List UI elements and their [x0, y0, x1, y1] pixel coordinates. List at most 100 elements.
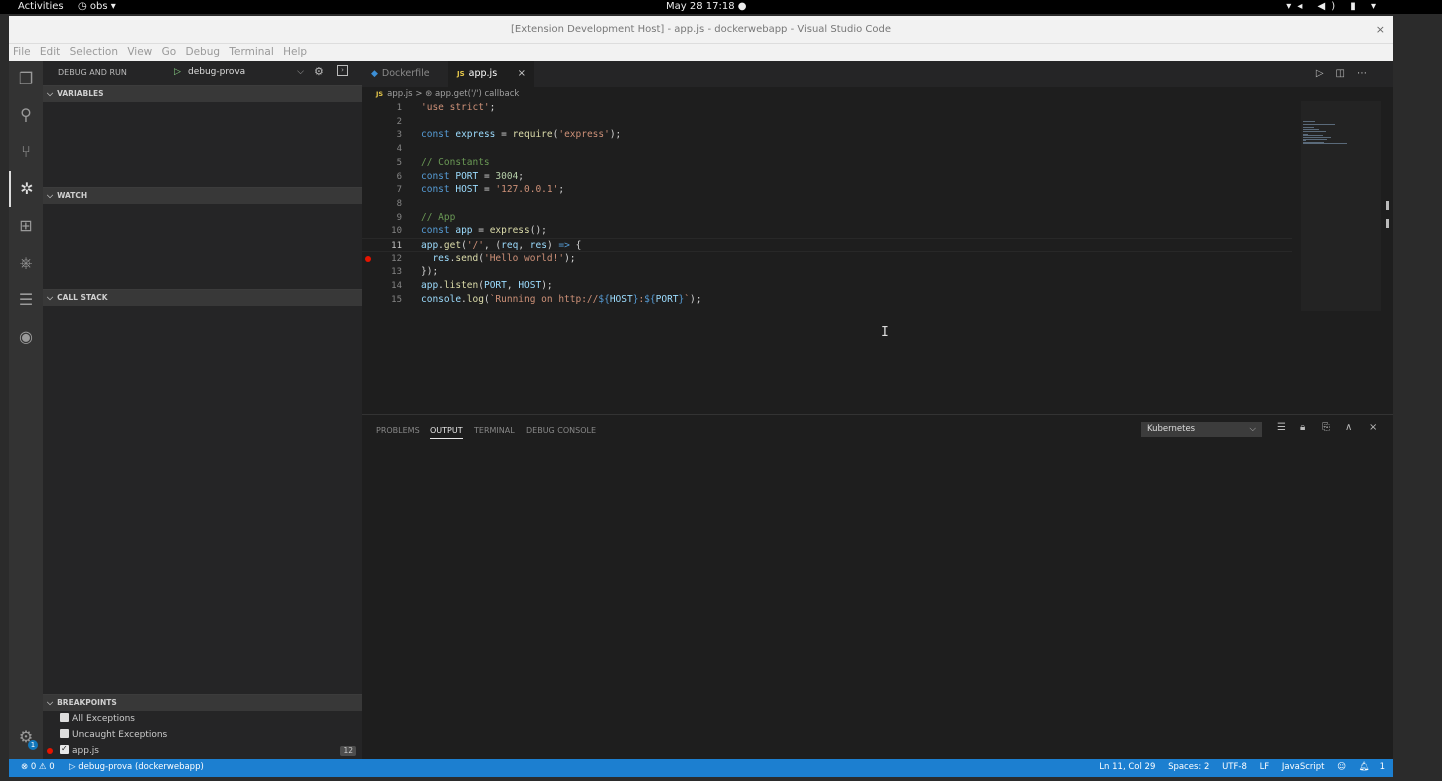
- source-control-icon[interactable]: ⑂: [9, 134, 43, 170]
- encoding[interactable]: UTF-8: [1222, 762, 1247, 772]
- chevron-down-icon: ⌵: [47, 191, 54, 200]
- line-number: 9: [396, 212, 402, 223]
- tab-output[interactable]: OUTPUT: [430, 425, 463, 439]
- code-line[interactable]: 10 const app = express();: [362, 224, 1292, 238]
- menu-terminal[interactable]: Terminal: [229, 44, 273, 61]
- editor-tabs: ◆ Dockerfile JS app.js × ▷◫⋯: [362, 61, 1393, 87]
- menu-go[interactable]: Go: [162, 44, 177, 61]
- more-actions-icon[interactable]: ⋯: [1357, 68, 1379, 79]
- line-number: 7: [396, 185, 402, 196]
- explorer-icon[interactable]: ❐: [9, 61, 43, 97]
- debug-status[interactable]: ▷ debug-prova (dockerwebapp): [69, 759, 204, 775]
- tab-debug-console[interactable]: DEBUG CONSOLE: [526, 425, 596, 437]
- lock-icon[interactable]: 🔒︎: [1300, 422, 1305, 433]
- checkbox[interactable]: [60, 713, 69, 722]
- debug-icon[interactable]: ✲: [9, 171, 43, 207]
- breadcrumb-file[interactable]: app.js: [387, 89, 413, 99]
- menu-selection[interactable]: Selection: [70, 44, 118, 61]
- line-text: // App: [421, 211, 456, 223]
- settings-gear-icon[interactable]: ⚙ 1: [9, 719, 43, 755]
- line-number: 6: [396, 171, 402, 182]
- debug-console-icon[interactable]: ›: [337, 65, 348, 76]
- indentation[interactable]: Spaces: 2: [1168, 762, 1209, 772]
- remote-icon[interactable]: ◉: [9, 319, 43, 355]
- debug-config-select[interactable]: debug-prova ⌵: [188, 67, 306, 77]
- notifications-icon[interactable]: 🔔︎ 1: [1359, 762, 1385, 772]
- app-menu[interactable]: ◷ obs ▾: [78, 0, 116, 14]
- code-line[interactable]: 6 const PORT = 3004;: [362, 170, 1292, 184]
- run-icon[interactable]: ▷: [1316, 68, 1336, 79]
- extensions-icon[interactable]: ⊞: [9, 208, 43, 244]
- breakpoint-uncaught-exceptions[interactable]: Uncaught Exceptions: [60, 727, 360, 743]
- line-text: const app = express();: [421, 225, 547, 237]
- code-line[interactable]: 1 'use strict';: [362, 101, 1292, 115]
- section-breakpoints[interactable]: ⌵ BREAKPOINTS: [43, 694, 362, 711]
- menu-edit[interactable]: Edit: [40, 44, 60, 61]
- menu-file[interactable]: File: [13, 44, 31, 61]
- symbol-icon: ⊛: [425, 89, 433, 99]
- code-editor[interactable]: 1 'use strict'; 2 3 const express = require(…: [362, 101, 1292, 421]
- split-editor-icon[interactable]: ◫: [1336, 68, 1357, 79]
- code-line[interactable]: 13});: [362, 265, 1292, 279]
- output-channel-select[interactable]: Kubernetes ⌵: [1141, 422, 1262, 437]
- section-call-stack[interactable]: ⌵ CALL STACK: [43, 289, 362, 306]
- breadcrumb: JS app.js > ⊛ app.get('/') callback: [362, 87, 1302, 101]
- checkbox[interactable]: [60, 729, 69, 738]
- menu-view[interactable]: View: [127, 44, 152, 61]
- line-ending[interactable]: LF: [1260, 762, 1270, 772]
- screen: Activities ◷ obs ▾ May 28 17:18 ● ▾◂ ◀) …: [0, 0, 1442, 781]
- code-line[interactable]: 2: [362, 115, 1292, 129]
- breadcrumb-symbol[interactable]: app.get('/') callback: [435, 89, 519, 99]
- chevron-down-icon: ⌵: [47, 698, 54, 707]
- kubernetes-icon[interactable]: ⎈: [9, 245, 43, 281]
- checkbox-checked[interactable]: [60, 741, 69, 757]
- system-tray[interactable]: ▾◂ ◀) ▮ ▾: [1286, 0, 1382, 14]
- close-icon[interactable]: ×: [1376, 16, 1385, 43]
- start-debugging-icon[interactable]: ▷: [174, 67, 181, 77]
- tab-app-js[interactable]: JS app.js ×: [448, 61, 534, 87]
- gear-icon[interactable]: ⚙: [314, 65, 324, 78]
- breakpoint-all-exceptions[interactable]: All Exceptions: [60, 711, 360, 727]
- section-watch[interactable]: ⌵ WATCH: [43, 187, 362, 204]
- tab-problems[interactable]: PROBLEMS: [376, 425, 420, 437]
- status-right: Ln 11, Col 29 Spaces: 2 UTF-8 LF JavaScr…: [1089, 759, 1385, 775]
- feedback-icon[interactable]: ☺: [1337, 762, 1346, 772]
- language-mode[interactable]: JavaScript: [1282, 762, 1325, 772]
- code-line[interactable]: 4: [362, 142, 1292, 156]
- cursor-position[interactable]: Ln 11, Col 29: [1099, 762, 1155, 772]
- code-line[interactable]: 3 const express = require('express');: [362, 128, 1292, 142]
- minimap[interactable]: [1301, 101, 1381, 311]
- tab-dockerfile[interactable]: ◆ Dockerfile: [362, 61, 446, 87]
- code-line[interactable]: 12 res.send('Hello world!');: [362, 252, 1292, 266]
- code-line[interactable]: 9 // App: [362, 211, 1292, 225]
- problems-status[interactable]: ⊗ 0 ⚠ 0: [21, 759, 55, 775]
- clock[interactable]: May 28 17:18 ●: [666, 0, 746, 14]
- editor-scrollbar[interactable]: [1385, 101, 1393, 421]
- section-variables[interactable]: ⌵ VARIABLES: [43, 85, 362, 102]
- window-title: [Extension Development Host] - app.js - …: [510, 24, 892, 35]
- close-panel-icon[interactable]: ×: [1369, 422, 1377, 433]
- open-log-icon[interactable]: ⎘: [1322, 422, 1330, 433]
- tab-terminal[interactable]: TERMINAL: [474, 425, 515, 437]
- breakpoint-app-js[interactable]: app.js 12: [47, 741, 360, 759]
- line-number: 14: [391, 281, 402, 292]
- code-line[interactable]: 14 app.listen(PORT, HOST);: [362, 279, 1292, 293]
- code-line[interactable]: 11 app.get('/', (req, res) => {: [362, 238, 1292, 252]
- code-line[interactable]: 15 console.log(`Running on http://${HOST}…: [362, 293, 1292, 307]
- code-line[interactable]: 5 // Constants: [362, 156, 1292, 170]
- menu-help[interactable]: Help: [283, 44, 307, 61]
- debug-config-value: debug-prova: [188, 67, 246, 77]
- line-text: res.send('Hello world!');: [432, 252, 576, 264]
- bottom-panel: PROBLEMS OUTPUT TERMINAL DEBUG CONSOLE K…: [362, 414, 1393, 759]
- line-text: console.log(`Running on http://${HOST}:$…: [421, 293, 702, 305]
- code-line[interactable]: 7 const HOST = '127.0.0.1';: [362, 183, 1292, 197]
- docker-icon[interactable]: ☰: [9, 282, 43, 318]
- code-line[interactable]: 8: [362, 197, 1292, 211]
- search-icon[interactable]: ⚲: [9, 97, 43, 133]
- close-icon[interactable]: ×: [518, 61, 526, 87]
- activities-button[interactable]: Activities: [18, 0, 64, 14]
- line-number: 10: [391, 226, 402, 237]
- menu-debug[interactable]: Debug: [186, 44, 221, 61]
- clear-output-icon[interactable]: ☰: [1277, 422, 1286, 433]
- maximize-panel-icon[interactable]: ∧: [1345, 422, 1352, 433]
